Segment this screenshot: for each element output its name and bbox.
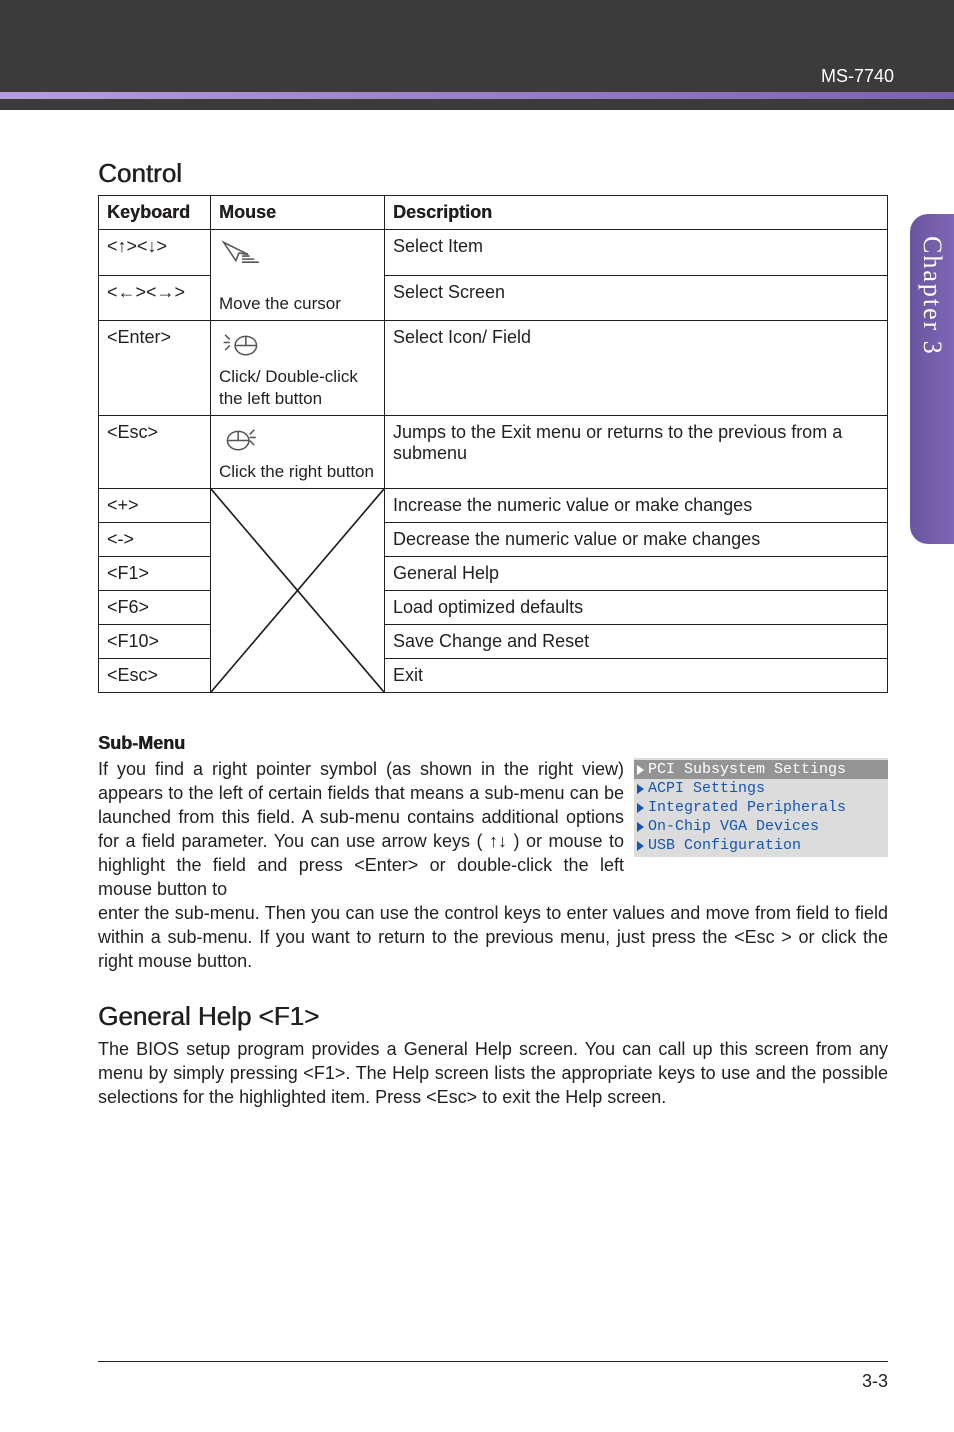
kbd-esc-2: <Esc> [99,659,211,693]
mouse-right-click-icon [219,422,265,456]
pointer-icon [637,803,644,813]
desc-save-reset: Save Change and Reset [385,625,888,659]
content-area: Control Keyboard Mouse Description <↑><↓… [0,110,954,1110]
chapter-tab-label: Chapter 3 [917,236,947,356]
footer-rule [98,1361,888,1363]
page-number: 3-3 [862,1371,888,1392]
kbd-f10: <F10> [99,625,211,659]
kbd-left-right: <←><→> [99,275,211,321]
table-header-row: Keyboard Mouse Description [99,196,888,230]
kbd-esc-1: <Esc> [99,415,211,488]
table-row: <+> Increase the numeric value or make c… [99,489,888,523]
pointer-icon [637,822,644,832]
kbd-enter: <Enter> [99,321,211,416]
page: MS-7740 Chapter 3 Control Keyboard Mouse… [0,0,954,1432]
mouse-left-click-label: Click/ Double-click the left button [219,366,376,409]
submenu-list: PCI Subsystem Settings ACPI Settings Int… [634,758,888,857]
header: MS-7740 [0,0,954,110]
submenu-item-vga: On-Chip VGA Devices [634,817,888,836]
no-mouse-cross-icon [211,489,384,692]
kbd-plus: <+> [99,489,211,523]
desc-exit: Exit [385,659,888,693]
desc-general-help: General Help [385,557,888,591]
col-mouse: Mouse [211,196,385,230]
cursor-move-icon [219,236,265,270]
submenu-item-acpi: ACPI Settings [634,779,888,798]
general-help-paragraph: The BIOS setup program provides a Genera… [98,1038,888,1110]
mouse-right-click-cell: Click the right button [211,415,385,488]
submenu-example-box: PCI Subsystem Settings ACPI Settings Int… [634,758,888,857]
table-row: <Enter> Click/ Double-click the left but… [99,321,888,416]
control-table: Keyboard Mouse Description <↑><↓> Move t… [98,195,888,693]
submenu-item-label: PCI Subsystem Settings [648,761,846,778]
mouse-left-click-cell: Click/ Double-click the left button [211,321,385,416]
desc-select-screen: Select Screen [385,275,888,321]
desc-load-defaults: Load optimized defaults [385,591,888,625]
submenu-item-usb: USB Configuration [634,836,888,855]
submenu-item-label: ACPI Settings [648,780,765,797]
pointer-icon [637,841,644,851]
general-help-heading: General Help <F1> [98,1001,888,1032]
submenu-heading: Sub-Menu [98,733,888,754]
control-heading: Control [98,158,888,189]
desc-decrease: Decrease the numeric value or make chang… [385,523,888,557]
col-keyboard: Keyboard [99,196,211,230]
mouse-left-click-icon [219,327,265,361]
desc-select-item: Select Item [385,230,888,276]
submenu-item-pci: PCI Subsystem Settings [634,760,888,779]
mouse-cursor-cell: Move the cursor [211,230,385,321]
submenu-item-peripherals: Integrated Peripherals [634,798,888,817]
desc-select-icon-field: Select Icon/ Field [385,321,888,416]
desc-exit-menu: Jumps to the Exit menu or returns to the… [385,415,888,488]
table-row: <↑><↓> Move the cursor Select Item [99,230,888,276]
col-description: Description [385,196,888,230]
pointer-icon [637,784,644,794]
chapter-tab: Chapter 3 [910,214,954,544]
mouse-right-click-label: Click the right button [219,461,376,482]
pointer-icon [637,765,644,775]
mouse-move-label: Move the cursor [219,293,376,314]
submenu-paragraph-2: enter the sub-menu. Then you can use the… [98,902,888,974]
desc-increase: Increase the numeric value or make chang… [385,489,888,523]
no-mouse-cell [211,489,385,693]
submenu-item-label: USB Configuration [648,837,801,854]
kbd-f1: <F1> [99,557,211,591]
model-number: MS-7740 [821,66,894,87]
kbd-f6: <F6> [99,591,211,625]
kbd-up-down: <↑><↓> [99,230,211,276]
header-divider [0,92,954,99]
submenu-item-label: Integrated Peripherals [648,799,846,816]
kbd-minus: <-> [99,523,211,557]
table-row: <Esc> Click the right button Jumps to th… [99,415,888,488]
submenu-item-label: On-Chip VGA Devices [648,818,819,835]
